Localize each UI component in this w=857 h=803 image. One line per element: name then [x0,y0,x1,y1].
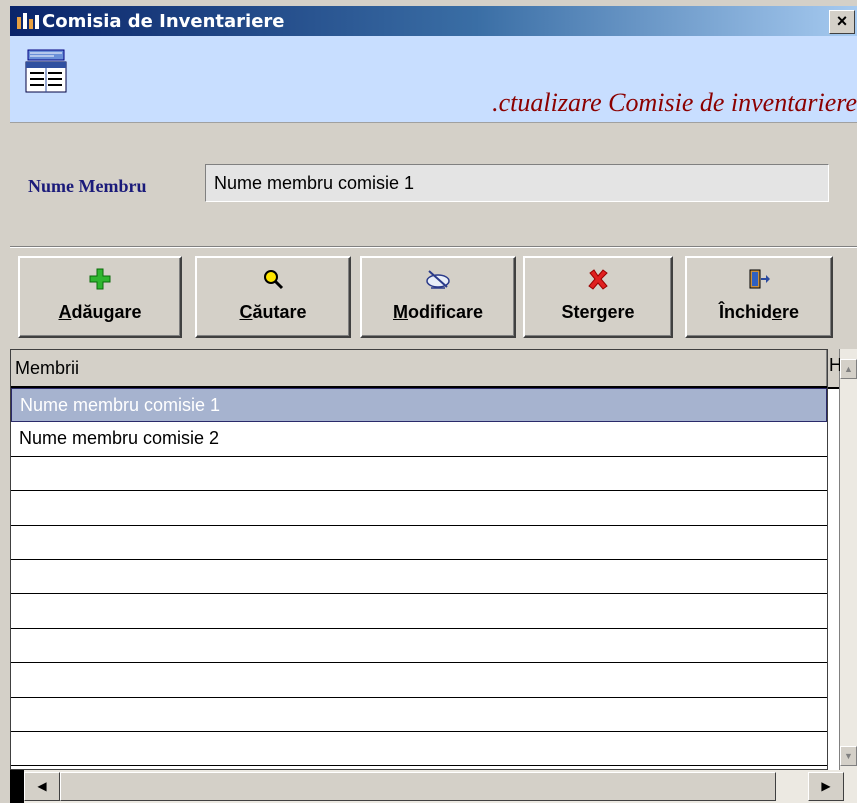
delete-x-icon [587,264,609,294]
table-row[interactable] [11,732,827,767]
plus-icon [89,264,111,294]
table-row[interactable]: Nume membru comisie 2 [11,422,827,457]
exit-door-icon [748,264,770,294]
table-row[interactable] [11,457,827,492]
separator [10,246,857,248]
members-grid[interactable]: Membrii Nume membru comisie 1 Nume membru… [10,349,828,770]
close-window-button[interactable]: × [829,10,855,34]
search-button[interactable]: Căutare [195,256,351,338]
grid-rows: Nume membru comisie 1 Nume membru comisie… [11,388,827,767]
magnifier-icon [262,264,284,294]
vertical-scrollbar[interactable]: ▲ ▼ [840,349,857,770]
delete-button[interactable]: Stergere [523,256,673,338]
edit-button[interactable]: Modificare [360,256,516,338]
app-chart-icon [14,10,40,32]
horizontal-scrollbar[interactable]: ◀ ▶ [10,770,857,803]
table-cell-member: Nume membru comisie 1 [20,395,221,415]
member-name-label: Nume Membru [28,176,147,196]
column-header-members: Membrii [15,358,80,378]
table-row[interactable] [11,698,827,732]
edit-button-label: Modificare [392,302,484,322]
table-form-icon [25,49,67,93]
edit-icon [425,264,451,294]
member-name-input[interactable] [205,164,829,202]
close-button-label: Închidere [718,302,800,322]
next-column-strip: H [828,349,842,770]
grid-column-header[interactable]: Membrii [11,350,827,388]
scroll-left-button[interactable]: ◀ [24,772,60,801]
search-button-label: Căutare [239,302,307,322]
form-title: .ctualizare Comisie de inventariere [492,88,857,117]
table-row[interactable] [11,663,827,698]
table-cell-member: Nume membru comisie 2 [19,428,220,449]
add-button[interactable]: Adăugare [18,256,182,338]
next-column-header[interactable]: H [828,349,842,389]
close-button[interactable]: Închidere [685,256,833,338]
table-row[interactable] [11,491,827,526]
scroll-up-button[interactable]: ▲ [840,359,857,379]
table-row[interactable] [11,560,827,595]
scroll-right-button[interactable]: ▶ [808,772,844,801]
window-title: Comisia de Inventariere [42,10,285,32]
table-row[interactable] [11,526,827,560]
table-row[interactable] [11,629,827,664]
header-banner: .ctualizare Comisie de inventariere [10,36,857,123]
window-title-bar: Comisia de Inventariere × [10,6,857,36]
table-row[interactable]: Nume membru comisie 1 [11,388,827,423]
table-row[interactable] [11,594,827,629]
horizontal-scroll-thumb[interactable] [60,772,776,801]
add-button-label: Adăugare [58,302,142,322]
row-indicator [10,770,24,803]
delete-button-label: Stergere [561,302,635,322]
scroll-down-button[interactable]: ▼ [840,746,857,766]
